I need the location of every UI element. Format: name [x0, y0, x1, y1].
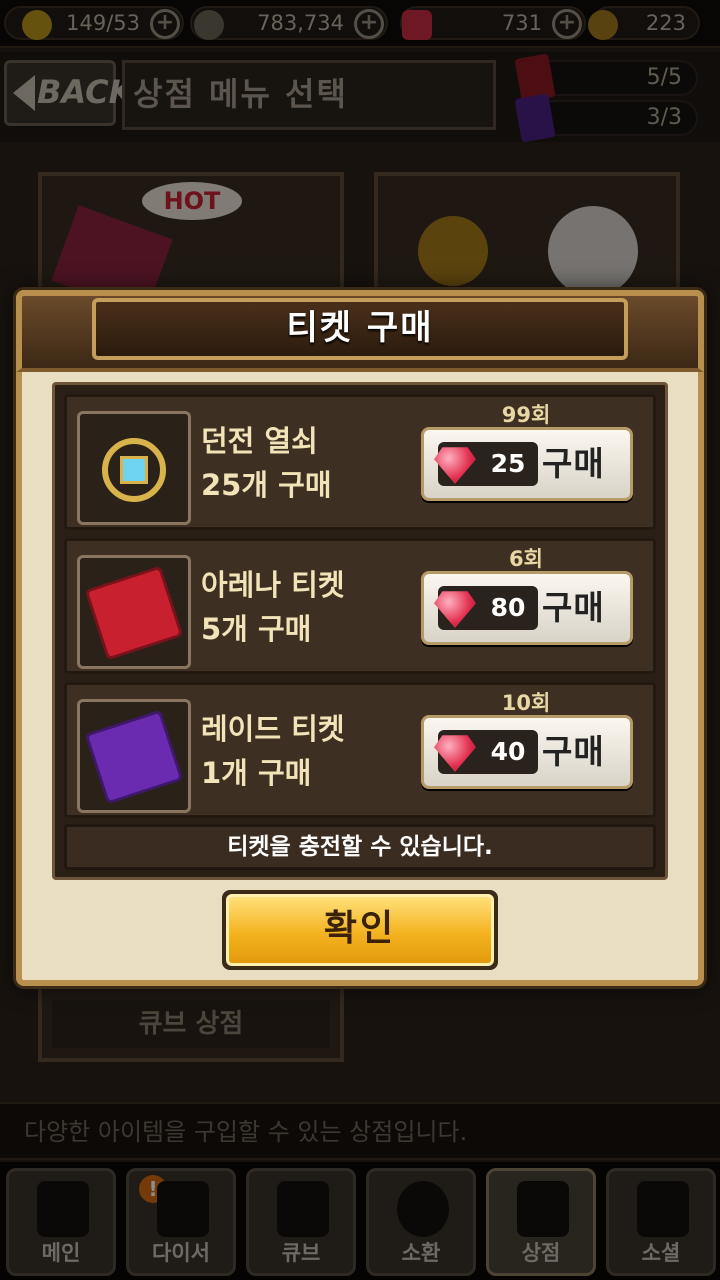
buy-button[interactable]: 40 구매: [421, 715, 633, 789]
item-name-line2: 25개 구매: [201, 468, 332, 502]
buy-label: 구매: [542, 588, 605, 627]
buy-label: 구매: [542, 444, 605, 483]
remaining-count: 6회: [509, 547, 543, 571]
gem-icon: [434, 735, 476, 772]
price-value: 25: [490, 449, 526, 478]
item-name-line2: 1개 구매: [201, 756, 312, 790]
item-thumbnail: [77, 411, 191, 525]
price-value: 80: [490, 593, 526, 622]
price-box: 40: [434, 730, 538, 774]
item-name: 레이드 티켓 1개 구매: [201, 707, 421, 795]
item-name: 던전 열쇠 25개 구매: [201, 419, 421, 507]
list-item: 아레나 티켓 5개 구매 6회 80 구매: [64, 538, 656, 674]
gem-icon: [434, 447, 476, 484]
item-thumbnail: [77, 699, 191, 813]
raid-ticket-icon: [84, 709, 184, 805]
price-box: 80: [434, 586, 538, 630]
item-name-line1: 던전 열쇠: [201, 424, 318, 458]
item-name-line1: 아레나 티켓: [201, 568, 345, 602]
list-item: 던전 열쇠 25개 구매 99회 25 구매: [64, 394, 656, 530]
price-box: 25: [434, 442, 538, 486]
remaining-count: 10회: [501, 691, 551, 715]
gem-icon: [434, 591, 476, 628]
dialog-title: 티켓 구매: [92, 298, 628, 360]
notice-text: 티켓을 충전할 수 있습니다.: [64, 824, 656, 870]
price-value: 40: [490, 737, 526, 766]
item-name-line2: 5개 구매: [201, 612, 312, 646]
item-thumbnail: [77, 555, 191, 669]
shop-screen: 149/53 + 783,734 + 731 + 223 BACK 상점 메뉴 …: [0, 0, 720, 1280]
buy-button[interactable]: 25 구매: [421, 427, 633, 501]
item-name-line1: 레이드 티켓: [201, 712, 345, 746]
confirm-button[interactable]: 확인: [222, 890, 498, 970]
arena-ticket-icon: [84, 565, 184, 661]
item-name: 아레나 티켓 5개 구매: [201, 563, 421, 651]
key-gem-icon: [120, 456, 148, 484]
list-item: 레이드 티켓 1개 구매 10회 40 구매: [64, 682, 656, 818]
buy-label: 구매: [542, 732, 605, 771]
remaining-count: 99회: [501, 403, 551, 427]
confirm-label: 확인: [226, 894, 494, 966]
buy-button[interactable]: 80 구매: [421, 571, 633, 645]
